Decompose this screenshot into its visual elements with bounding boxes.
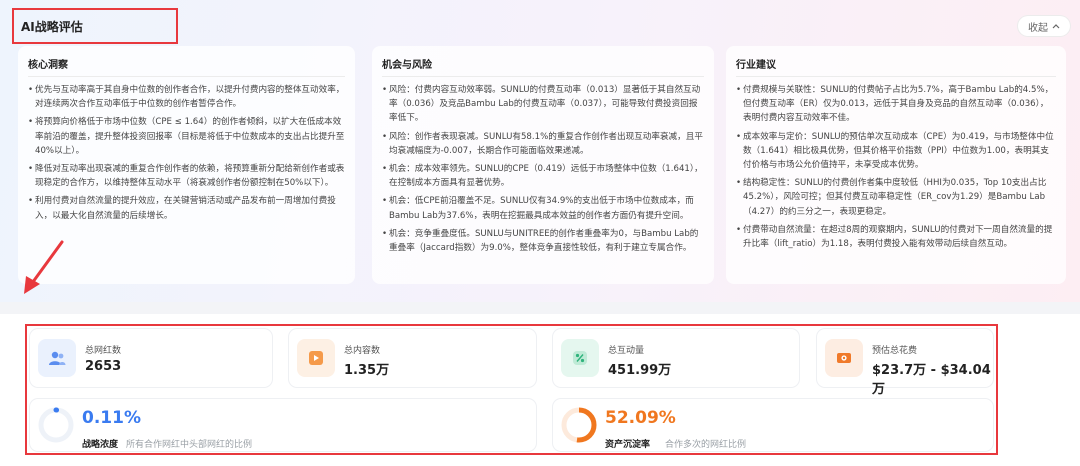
- advice-list: 付费规模与关联性：SUNLU的付费帖子占比为5.7%，高于Bambu Lab的4…: [736, 83, 1056, 251]
- list-item: 付费带动自然流量：在超过8周的观察期内，SUNLU的付费对下一周自然流量的提升比…: [736, 223, 1056, 251]
- collapse-button[interactable]: 收起: [1018, 16, 1070, 36]
- collapse-label: 收起: [1028, 22, 1048, 34]
- risks-title: 机会与风险: [382, 56, 704, 77]
- stat-label: 预估总花费: [872, 346, 918, 356]
- retention-ring-chart: [561, 407, 597, 443]
- annotation-arrow-icon: [24, 240, 64, 294]
- stat-total-influencers: 总网红数 2653: [30, 329, 272, 387]
- insights-title: 核心洞察: [28, 56, 345, 77]
- list-item: 将预算向价格低于市场中位数（CPE ≤ 1.64）的创作者倾斜，以扩大在低成本效…: [28, 115, 345, 158]
- panel-title: AI战略评估: [12, 8, 178, 44]
- stat-label: 总内容数: [344, 346, 381, 356]
- stat-value: 451.99万: [608, 363, 672, 378]
- chevron-up-icon: [1052, 21, 1060, 32]
- stat-label: 总网红数: [85, 346, 122, 356]
- stat-value: 2653: [85, 359, 122, 374]
- stat-total-contents: 总内容数 1.35万: [289, 329, 536, 387]
- list-item: 成本效率与定价：SUNLU的预估单次互动成本（CPE）为0.419，与市场整体中…: [736, 130, 1056, 173]
- list-item: 结构稳定性：SUNLU的付费创作者集中度较低（HHI为0.035，Top 10支…: [736, 176, 1056, 219]
- stat-total-interactions: 总互动量 451.99万: [553, 329, 799, 387]
- panel-title-text: AI战略评估: [21, 19, 83, 34]
- list-item: 风险：付费内容互动效率弱。SUNLU的付费互动率（0.013）显著低于其自然互动…: [382, 83, 704, 126]
- list-item: 付费规模与关联性：SUNLU的付费帖子占比为5.7%，高于Bambu Lab的4…: [736, 83, 1056, 126]
- percent-icon: [561, 339, 599, 377]
- asset-retention-card: 52.09% 资产沉淀率 合作多次的网红比例: [553, 399, 993, 451]
- list-item: 风险：创作者表现衰减。SUNLU有58.1%的重复合作创作者出现互动率衰减，且平…: [382, 130, 704, 158]
- list-item: 利用付费对自然流量的提升效应，在关键营销活动或产品发布前一周增加付费投入，以最大…: [28, 194, 345, 222]
- advice-title: 行业建议: [736, 56, 1056, 77]
- insights-list: 优先与互动率高于其自身中位数的创作者合作，以提升付费内容的整体互动效率，对连续两…: [28, 83, 345, 223]
- retention-description: 合作多次的网红比例: [665, 440, 747, 450]
- risks-card: 机会与风险 风险：付费内容互动效率弱。SUNLU的付费互动率（0.013）显著低…: [372, 46, 714, 284]
- list-item: 降低对互动率出现衰减的重复合作创作者的依赖，将预算重新分配给新创作者或表现稳定的…: [28, 162, 345, 190]
- strategy-description: 所有合作网红中头部网红的比例: [126, 440, 253, 450]
- stat-value: 1.35万: [344, 363, 390, 378]
- advice-card: 行业建议 付费规模与关联性：SUNLU的付费帖子占比为5.7%，高于Bambu …: [726, 46, 1066, 284]
- people-icon: [38, 339, 76, 377]
- stat-value: $23.7万 - $34.04万: [872, 363, 991, 397]
- retention-label: 资产沉淀率: [605, 440, 651, 450]
- list-item: 优先与互动率高于其自身中位数的创作者合作，以提升付费内容的整体互动效率，对连续两…: [28, 83, 345, 111]
- video-icon: [297, 339, 335, 377]
- strategy-percent: 0.11%: [82, 408, 141, 428]
- strategy-concentration-card: 0.11% 战略浓度 所有合作网红中头部网红的比例: [30, 399, 536, 451]
- list-item: 机会：低CPE前沿覆盖不足。SUNLU仅有34.9%的支出低于市场中位数成本，而…: [382, 194, 704, 222]
- list-item: 机会：成本效率领先。SUNLU的CPE（0.419）远低于市场整体中位数（1.6…: [382, 162, 704, 190]
- money-icon: [825, 339, 863, 377]
- list-item: 机会：竞争重叠度低。SUNLU与UNITREE的创作者重叠率为0，与Bambu …: [382, 227, 704, 255]
- retention-percent: 52.09%: [605, 408, 676, 428]
- strategy-label: 战略浓度: [82, 440, 119, 450]
- risks-list: 风险：付费内容互动效率弱。SUNLU的付费互动率（0.013）显著低于其自然互动…: [382, 83, 704, 255]
- stat-estimated-cost: 预估总花费 $23.7万 - $34.04万: [817, 329, 993, 397]
- strategy-ring-chart: [38, 407, 74, 443]
- stat-label: 总互动量: [608, 346, 645, 356]
